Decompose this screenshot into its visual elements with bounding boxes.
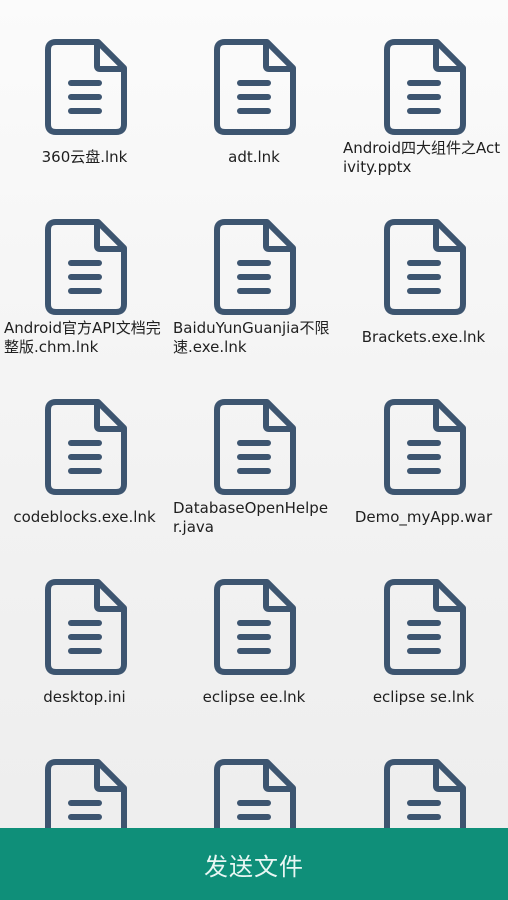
file-name-container: Brackets.exe.lnk (343, 327, 504, 347)
document-icon (42, 578, 128, 676)
document-icon (211, 758, 297, 828)
file-name: adt.lnk (228, 147, 280, 166)
file-item[interactable]: eclipse se.lnk (339, 540, 508, 720)
document-icon (211, 218, 297, 316)
document-icon (42, 38, 128, 136)
file-name: Brackets.exe.lnk (361, 327, 486, 346)
send-file-button[interactable]: 发送文件 (0, 828, 508, 900)
file-name-container: 360云盘.lnk (4, 147, 165, 167)
document-icon (211, 398, 297, 496)
document-icon (381, 218, 467, 316)
document-icon (211, 578, 297, 676)
file-name: BaiduYunGuanjia不限速.exe.lnk (173, 319, 330, 356)
file-name: Android四大组件之Activity.pptx (343, 139, 501, 176)
file-name-container: eclipse ee.lnk (173, 687, 335, 707)
document-icon (42, 758, 128, 828)
file-name: Android官方API文档完整版.chm.lnk (4, 319, 161, 356)
file-name: codeblocks.exe.lnk (13, 507, 156, 526)
file-name-container: Android四大组件之Activity.pptx (343, 138, 504, 178)
file-grid[interactable]: 360云盘.lnk adt.lnk Android四大组件之Activity.ppt… (0, 0, 508, 828)
file-item[interactable]: Android官方API文档完整版.chm.lnk (0, 180, 169, 360)
document-icon (381, 758, 467, 828)
file-name-container: DatabaseOpenHelper.java (173, 498, 335, 538)
file-item[interactable] (339, 720, 508, 828)
file-item[interactable]: eclipse ee.lnk (169, 540, 339, 720)
document-icon (42, 218, 128, 316)
file-item[interactable] (0, 720, 169, 828)
document-icon (211, 38, 297, 136)
file-name-container: BaiduYunGuanjia不限速.exe.lnk (173, 318, 335, 358)
file-item[interactable] (169, 720, 339, 828)
file-name: desktop.ini (43, 687, 126, 706)
file-item[interactable]: DatabaseOpenHelper.java (169, 360, 339, 540)
file-item[interactable]: desktop.ini (0, 540, 169, 720)
file-name-container: desktop.ini (4, 687, 165, 707)
file-name: eclipse se.lnk (372, 687, 475, 706)
file-name-container: Android官方API文档完整版.chm.lnk (4, 318, 165, 358)
send-file-button-label: 发送文件 (204, 852, 304, 881)
file-name-container: codeblocks.exe.lnk (4, 507, 165, 527)
document-icon (381, 38, 467, 136)
file-picker-screen: 360云盘.lnk adt.lnk Android四大组件之Activity.ppt… (0, 0, 508, 900)
file-name: eclipse ee.lnk (202, 687, 306, 706)
file-name-container: adt.lnk (173, 147, 335, 167)
file-grid-inner: 360云盘.lnk adt.lnk Android四大组件之Activity.ppt… (0, 0, 508, 828)
file-name-container: eclipse se.lnk (343, 687, 504, 707)
file-name-container: Demo_myApp.war (343, 507, 504, 527)
file-item[interactable]: 360云盘.lnk (0, 0, 169, 180)
document-icon (381, 398, 467, 496)
file-name: Demo_myApp.war (354, 507, 493, 526)
document-icon (381, 578, 467, 676)
file-name: 360云盘.lnk (41, 147, 128, 166)
file-name: DatabaseOpenHelper.java (173, 499, 329, 536)
file-item[interactable]: Brackets.exe.lnk (339, 180, 508, 360)
file-item[interactable]: codeblocks.exe.lnk (0, 360, 169, 540)
file-item[interactable]: adt.lnk (169, 0, 339, 180)
document-icon (42, 398, 128, 496)
file-item[interactable]: Demo_myApp.war (339, 360, 508, 540)
file-item[interactable]: Android四大组件之Activity.pptx (339, 0, 508, 180)
file-item[interactable]: BaiduYunGuanjia不限速.exe.lnk (169, 180, 339, 360)
